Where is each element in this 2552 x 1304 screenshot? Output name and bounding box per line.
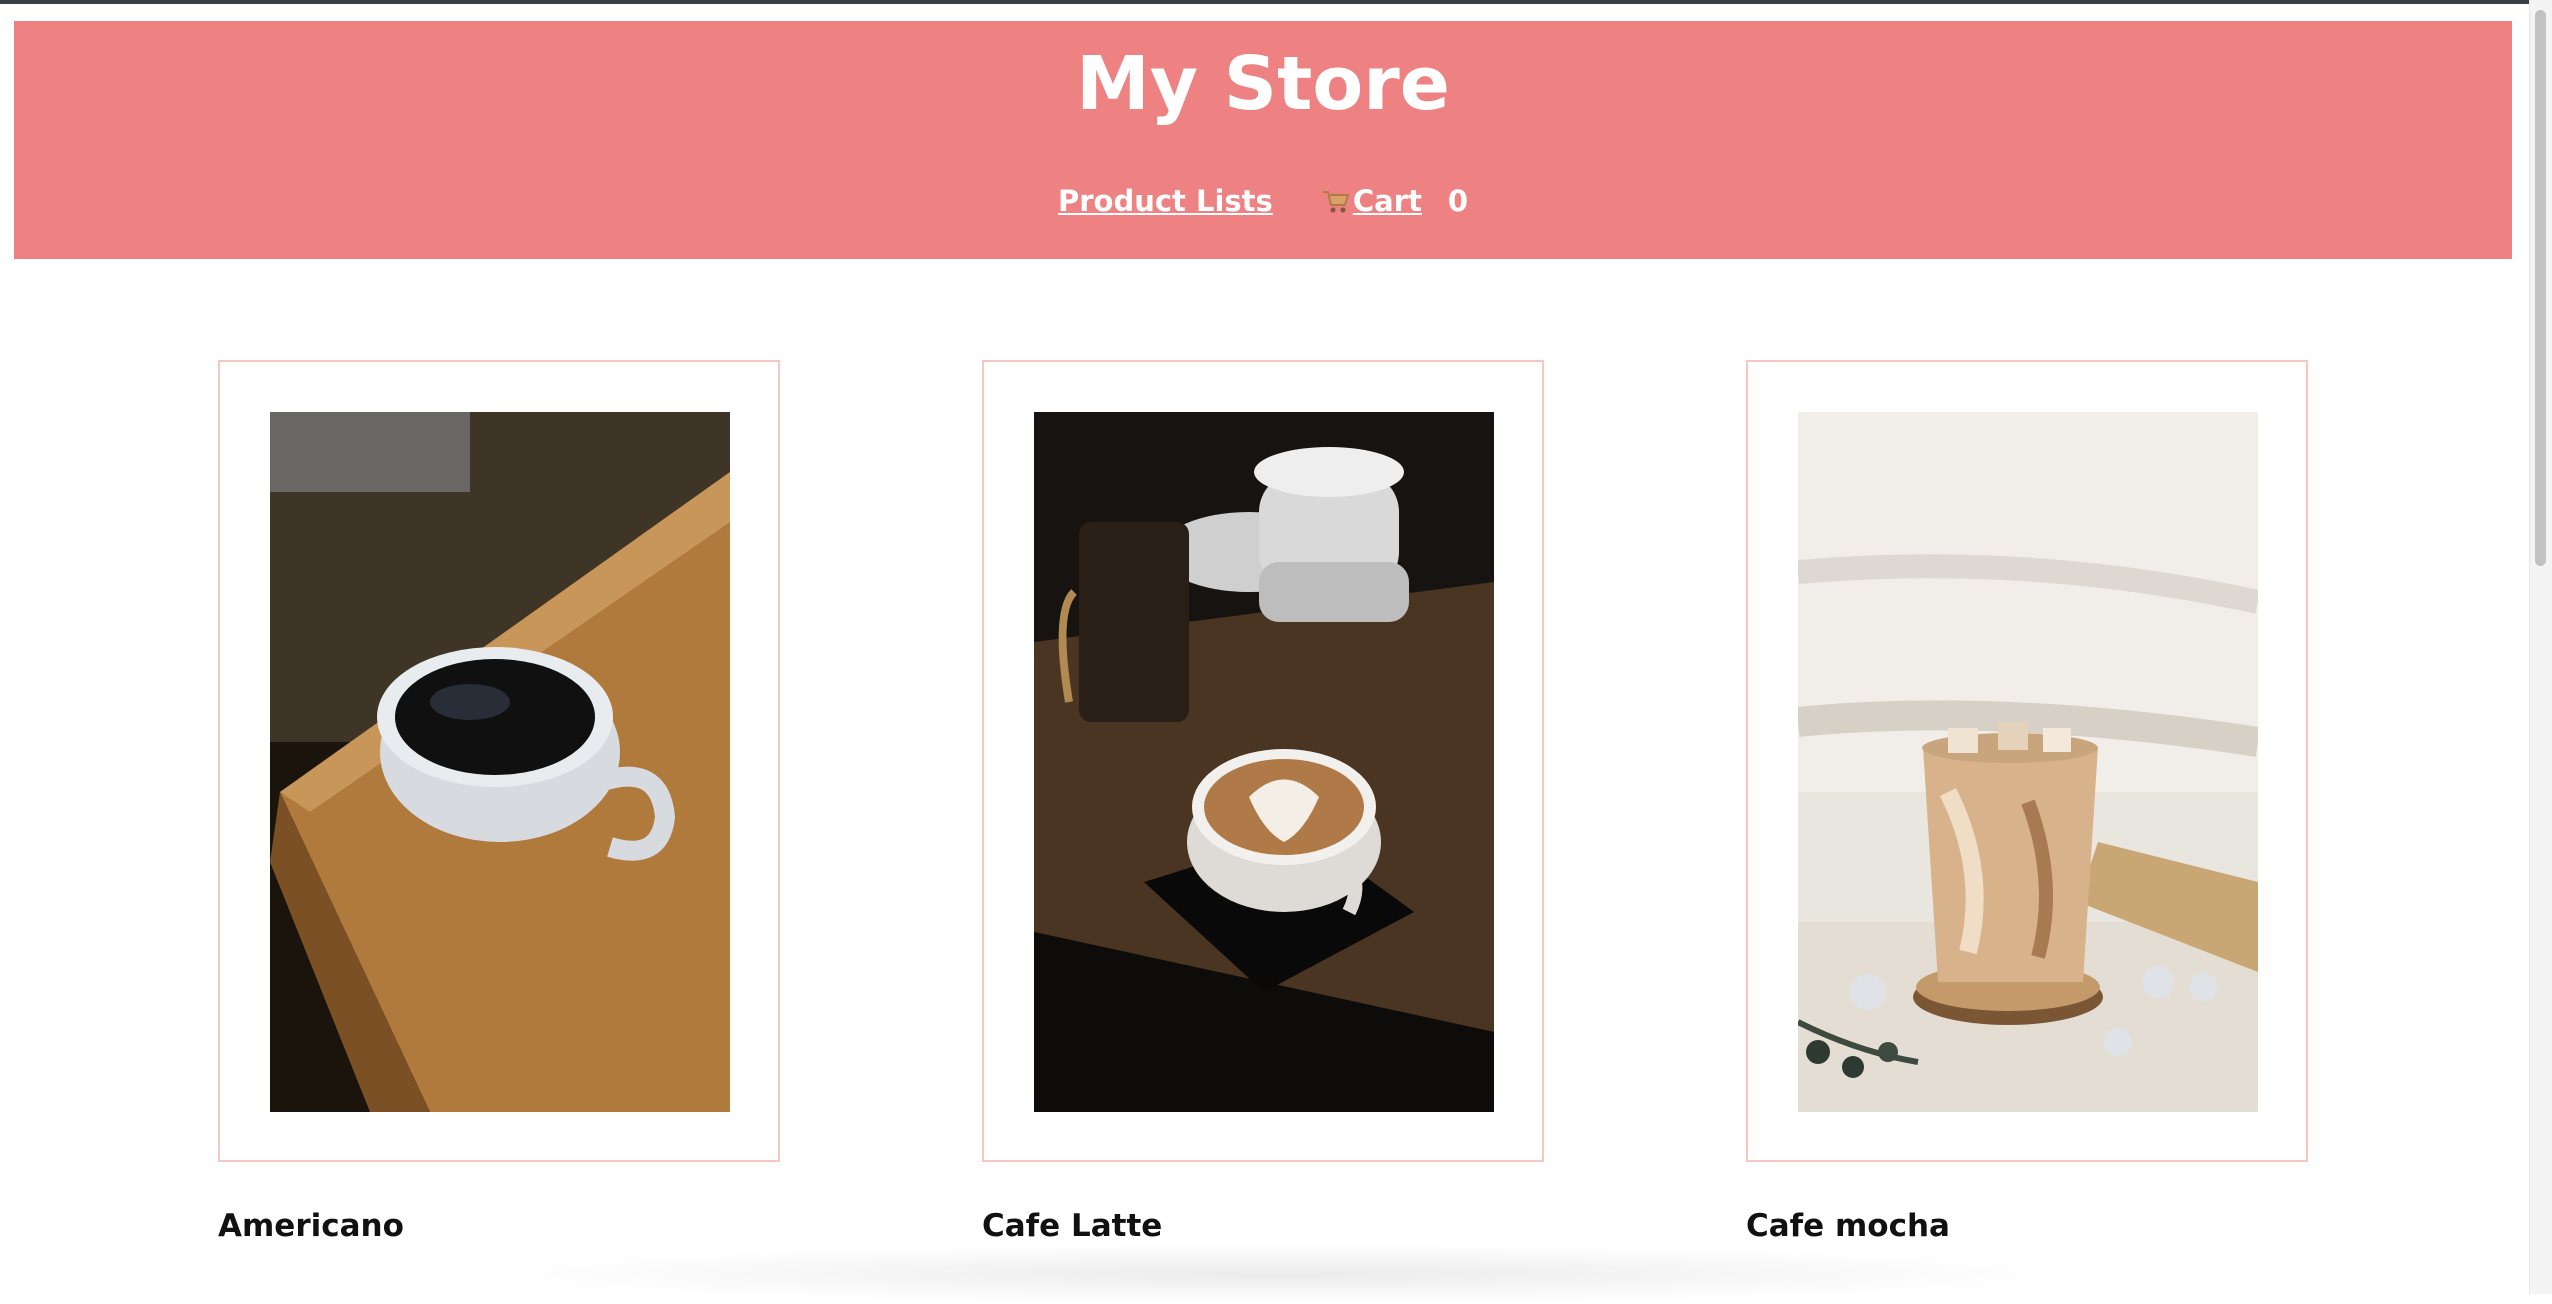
bottom-shadow	[470, 1244, 2090, 1304]
product-lists-link[interactable]: Product Lists	[1058, 184, 1273, 218]
site-header: My Store Product Lists Cart 0	[14, 21, 2512, 259]
scrollbar-thumb[interactable]	[2535, 10, 2546, 566]
store-title: My Store	[1076, 41, 1450, 127]
cafe-latte-photo[interactable]	[1034, 412, 1494, 1112]
product-card-cafe-latte[interactable]	[982, 360, 1544, 1162]
cart-count-badge: 0	[1447, 184, 1469, 218]
product-name-americano[interactable]: Americano	[218, 1208, 404, 1244]
product-card-cafe-mocha[interactable]	[1746, 360, 2308, 1162]
americano-photo[interactable]	[270, 412, 730, 1112]
cafe-mocha-photo[interactable]	[1798, 412, 2258, 1112]
main-nav: Product Lists Cart 0	[14, 184, 2512, 218]
product-name-cafe-mocha[interactable]: Cafe mocha	[1746, 1208, 1950, 1244]
store-page: My Store Product Lists Cart 0 Americano …	[0, 4, 2530, 1304]
product-name-cafe-latte[interactable]: Cafe Latte	[982, 1208, 1162, 1244]
vertical-scrollbar[interactable]	[2529, 0, 2552, 1294]
cart-link[interactable]: Cart	[1353, 184, 1422, 218]
product-card-americano[interactable]	[218, 360, 780, 1162]
shopping-cart-icon[interactable]	[1321, 188, 1351, 214]
